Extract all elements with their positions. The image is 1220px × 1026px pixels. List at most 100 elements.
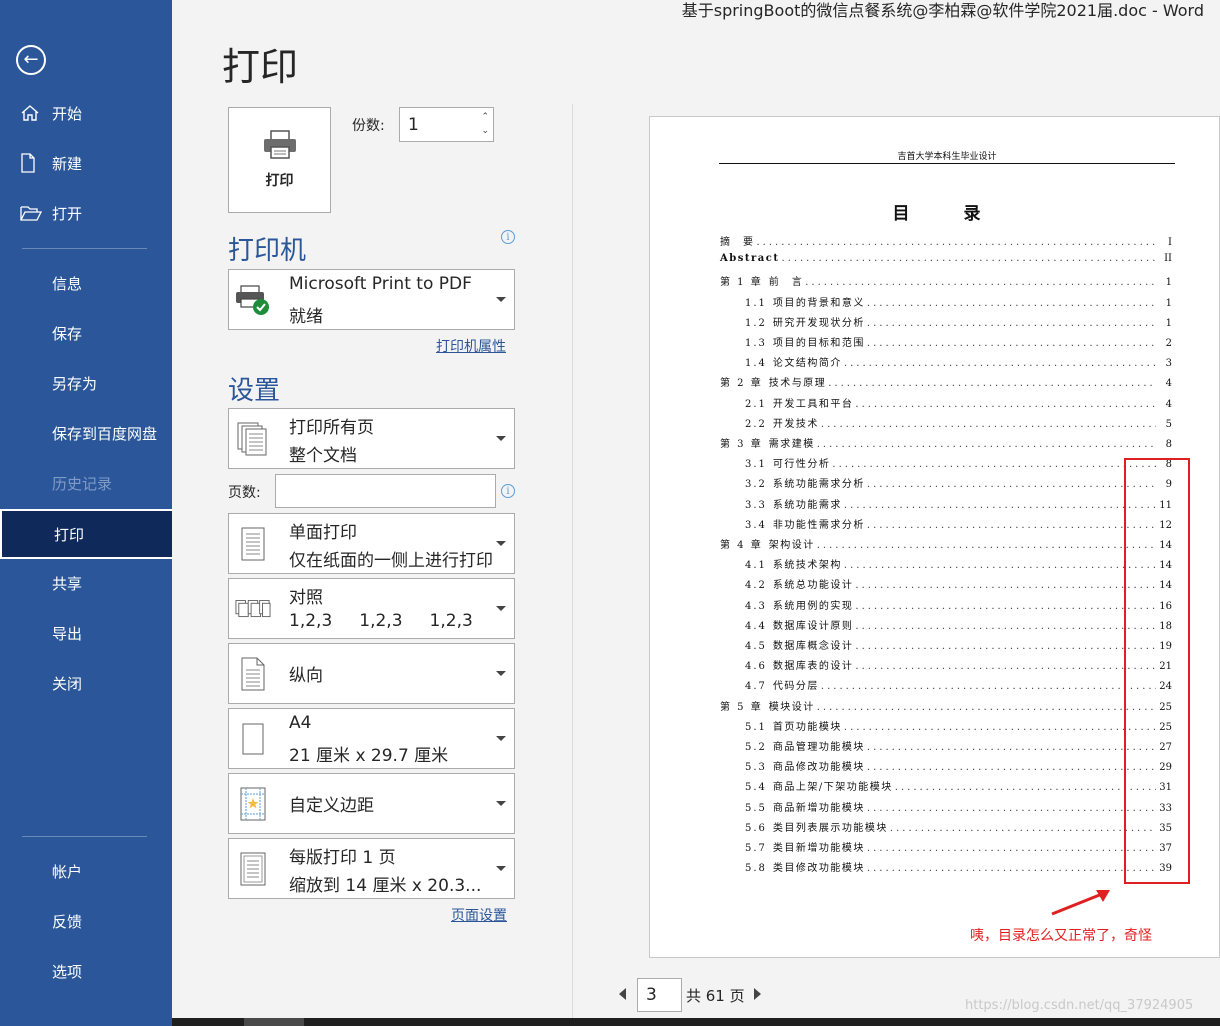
toc-entry-number: 第 1 章 (720, 277, 763, 289)
toc-entry: 5.8 类目修改功能模块.............................… (745, 859, 1172, 875)
toc-entry: 第 5 章模块设计...............................… (720, 698, 1172, 713)
toc-entry-number: 1.3 (745, 338, 767, 349)
toc-entry-title: 前 言 (768, 277, 804, 289)
sides-dropdown[interactable]: 单面打印 仅在纸面的一侧上进行打印 (228, 513, 515, 574)
new-document-icon (0, 153, 52, 173)
current-page-input[interactable]: 3 (637, 978, 682, 1012)
annotation-arrow (1048, 886, 1114, 922)
toc-leader-dots: ........................................… (855, 620, 1156, 632)
toc-entry: 3.1 可行性分析................................… (745, 455, 1172, 471)
toc-entry-page: 3 (1165, 358, 1172, 370)
previous-page-icon[interactable] (619, 988, 626, 1000)
sidebar-item-save-to-baidu[interactable]: 保存到百度网盘 (0, 408, 172, 458)
sidebar-item-label: 打印 (54, 525, 85, 544)
info-icon[interactable]: i (501, 230, 515, 244)
orientation-dropdown[interactable]: 纵向 (228, 643, 515, 704)
toc-leader-dots: ........................................… (781, 253, 1156, 265)
toc-entry-page: 1 (1165, 317, 1172, 329)
chevron-down-icon (496, 671, 506, 676)
printer-icon (262, 130, 298, 164)
toc-entry-title: 数据库概念设计 (772, 641, 854, 652)
toc-entry-number: 5.7 (745, 843, 767, 854)
print-range-detail: 整个文档 (289, 446, 357, 466)
copies-spinner[interactable]: ⌃ ⌄ (481, 110, 489, 138)
sidebar-item-label: 导出 (52, 624, 83, 643)
toc-entry: 3.3 系统功能需求...............................… (745, 496, 1172, 511)
paper-size-dropdown[interactable]: A4 21 厘米 x 29.7 厘米 (228, 708, 515, 769)
next-page-icon[interactable] (754, 988, 761, 1000)
sidebar-item-label: 打开 (52, 204, 83, 223)
sidebar-item-label: 帐户 (52, 862, 83, 881)
toc-entry: 1.2 研究开发现状分析.............................… (745, 314, 1172, 329)
sidebar-item-label: 历史记录 (52, 474, 113, 493)
pages-per-sheet-icon (235, 851, 271, 887)
sidebar-item-feedback[interactable]: 反馈 (0, 896, 172, 946)
toc-entry-number: 2.1 (745, 398, 767, 410)
sidebar-item-open[interactable]: 打开 (0, 188, 172, 238)
toc-leader-dots: ........................................… (866, 297, 1156, 309)
toc-entry-title: 首页功能模块 (772, 721, 842, 733)
toc-entry-title: 系统技术架构 (772, 560, 842, 572)
pages-per-sheet-dropdown[interactable]: 每版打印 1 页 缩放到 14 厘米 x 20.3... (228, 838, 515, 899)
sidebar-item-save[interactable]: 保存 (0, 308, 172, 358)
copies-label: 份数: (352, 118, 385, 134)
toc-entry-number: 4.5 (745, 641, 767, 652)
toc-entry: 4.3 系统用例的实现..............................… (745, 597, 1172, 612)
pages-input[interactable] (275, 474, 496, 508)
toc-entry-number: 5.2 (745, 742, 767, 753)
toc-leader-dots: ........................................… (816, 439, 1156, 450)
back-arrow-icon[interactable]: ← (16, 45, 46, 75)
toc-entry-number: 4.4 (745, 620, 767, 632)
spin-down-icon[interactable]: ⌄ (481, 124, 489, 138)
toc-entry-number: 5.1 (745, 721, 767, 733)
sidebar-item-save-as[interactable]: 另存为 (0, 358, 172, 408)
sidebar-item-label: 开始 (52, 104, 83, 123)
folder-open-icon (0, 204, 52, 222)
printer-dropdown[interactable]: Microsoft Print to PDF 就绪 (228, 269, 515, 330)
sides-detail: 仅在纸面的一侧上进行打印 (289, 551, 493, 571)
print-button[interactable]: 打印 (228, 107, 331, 213)
toc-entry-number: 4.2 (745, 580, 767, 592)
toc-leader-dots: ........................................… (866, 863, 1156, 875)
toc-entry: 4.4 数据库设计原则..............................… (745, 617, 1172, 632)
margins-icon (235, 786, 271, 822)
info-icon[interactable]: i (501, 484, 515, 498)
sidebar-item-print[interactable]: 打印 (0, 509, 172, 559)
toc-title: 目 录 (892, 204, 1005, 224)
sidebar-item-info[interactable]: 信息 (0, 258, 172, 308)
toc-entry: 第 3 章需求建模...............................… (720, 435, 1172, 450)
sidebar-item-export[interactable]: 导出 (0, 608, 172, 658)
sidebar-item-label: 保存到百度网盘 (52, 424, 158, 443)
toc-entry-title: 开发工具和平台 (772, 398, 854, 410)
copies-value: 1 (408, 115, 419, 135)
toc-entry: 第 1 章前 言................................… (720, 273, 1172, 289)
printer-status: 就绪 (289, 307, 323, 327)
toc-leader-dots: ........................................… (866, 317, 1156, 329)
toc-entry: 1.3 项目的目标和范围.............................… (745, 334, 1172, 349)
page-setup-link[interactable]: 页面设置 (451, 905, 507, 925)
toc-entry-number: 1.4 (745, 358, 767, 370)
sidebar-item-account[interactable]: 帐户 (0, 846, 172, 896)
paper-size-label: A4 (289, 713, 312, 733)
sidebar-item-options[interactable]: 选项 (0, 946, 172, 996)
toc-entry-number: 3.1 (745, 459, 767, 471)
margins-dropdown[interactable]: 自定义边距 (228, 773, 515, 834)
printer-properties-link[interactable]: 打印机属性 (436, 336, 506, 356)
chevron-down-icon (496, 801, 506, 806)
chevron-down-icon (496, 436, 506, 441)
sidebar-item-new[interactable]: 新建 (0, 138, 172, 188)
chevron-down-icon (496, 541, 506, 546)
copies-input[interactable]: 1 ⌃ ⌄ (399, 107, 494, 142)
print-range-dropdown[interactable]: 打印所有页 整个文档 (228, 408, 515, 469)
pages-icon (235, 421, 271, 457)
collation-dropdown[interactable]: 对照 1,2,3 1,2,3 1,2,3 (228, 578, 515, 639)
annotation-highlight-box (1124, 458, 1190, 884)
toc-entry-title: 商品新增功能模块 (772, 802, 865, 814)
sidebar-item-close[interactable]: 关闭 (0, 658, 172, 708)
taskbar-item[interactable] (244, 1018, 304, 1026)
toc-leader-dots: ........................................… (855, 398, 1156, 410)
sidebar-item-home[interactable]: 开始 (0, 88, 172, 138)
spin-up-icon[interactable]: ⌃ (481, 110, 489, 124)
sidebar-item-share[interactable]: 共享 (0, 558, 172, 608)
toc-entry: 5.1 首页功能模块...............................… (745, 718, 1172, 733)
